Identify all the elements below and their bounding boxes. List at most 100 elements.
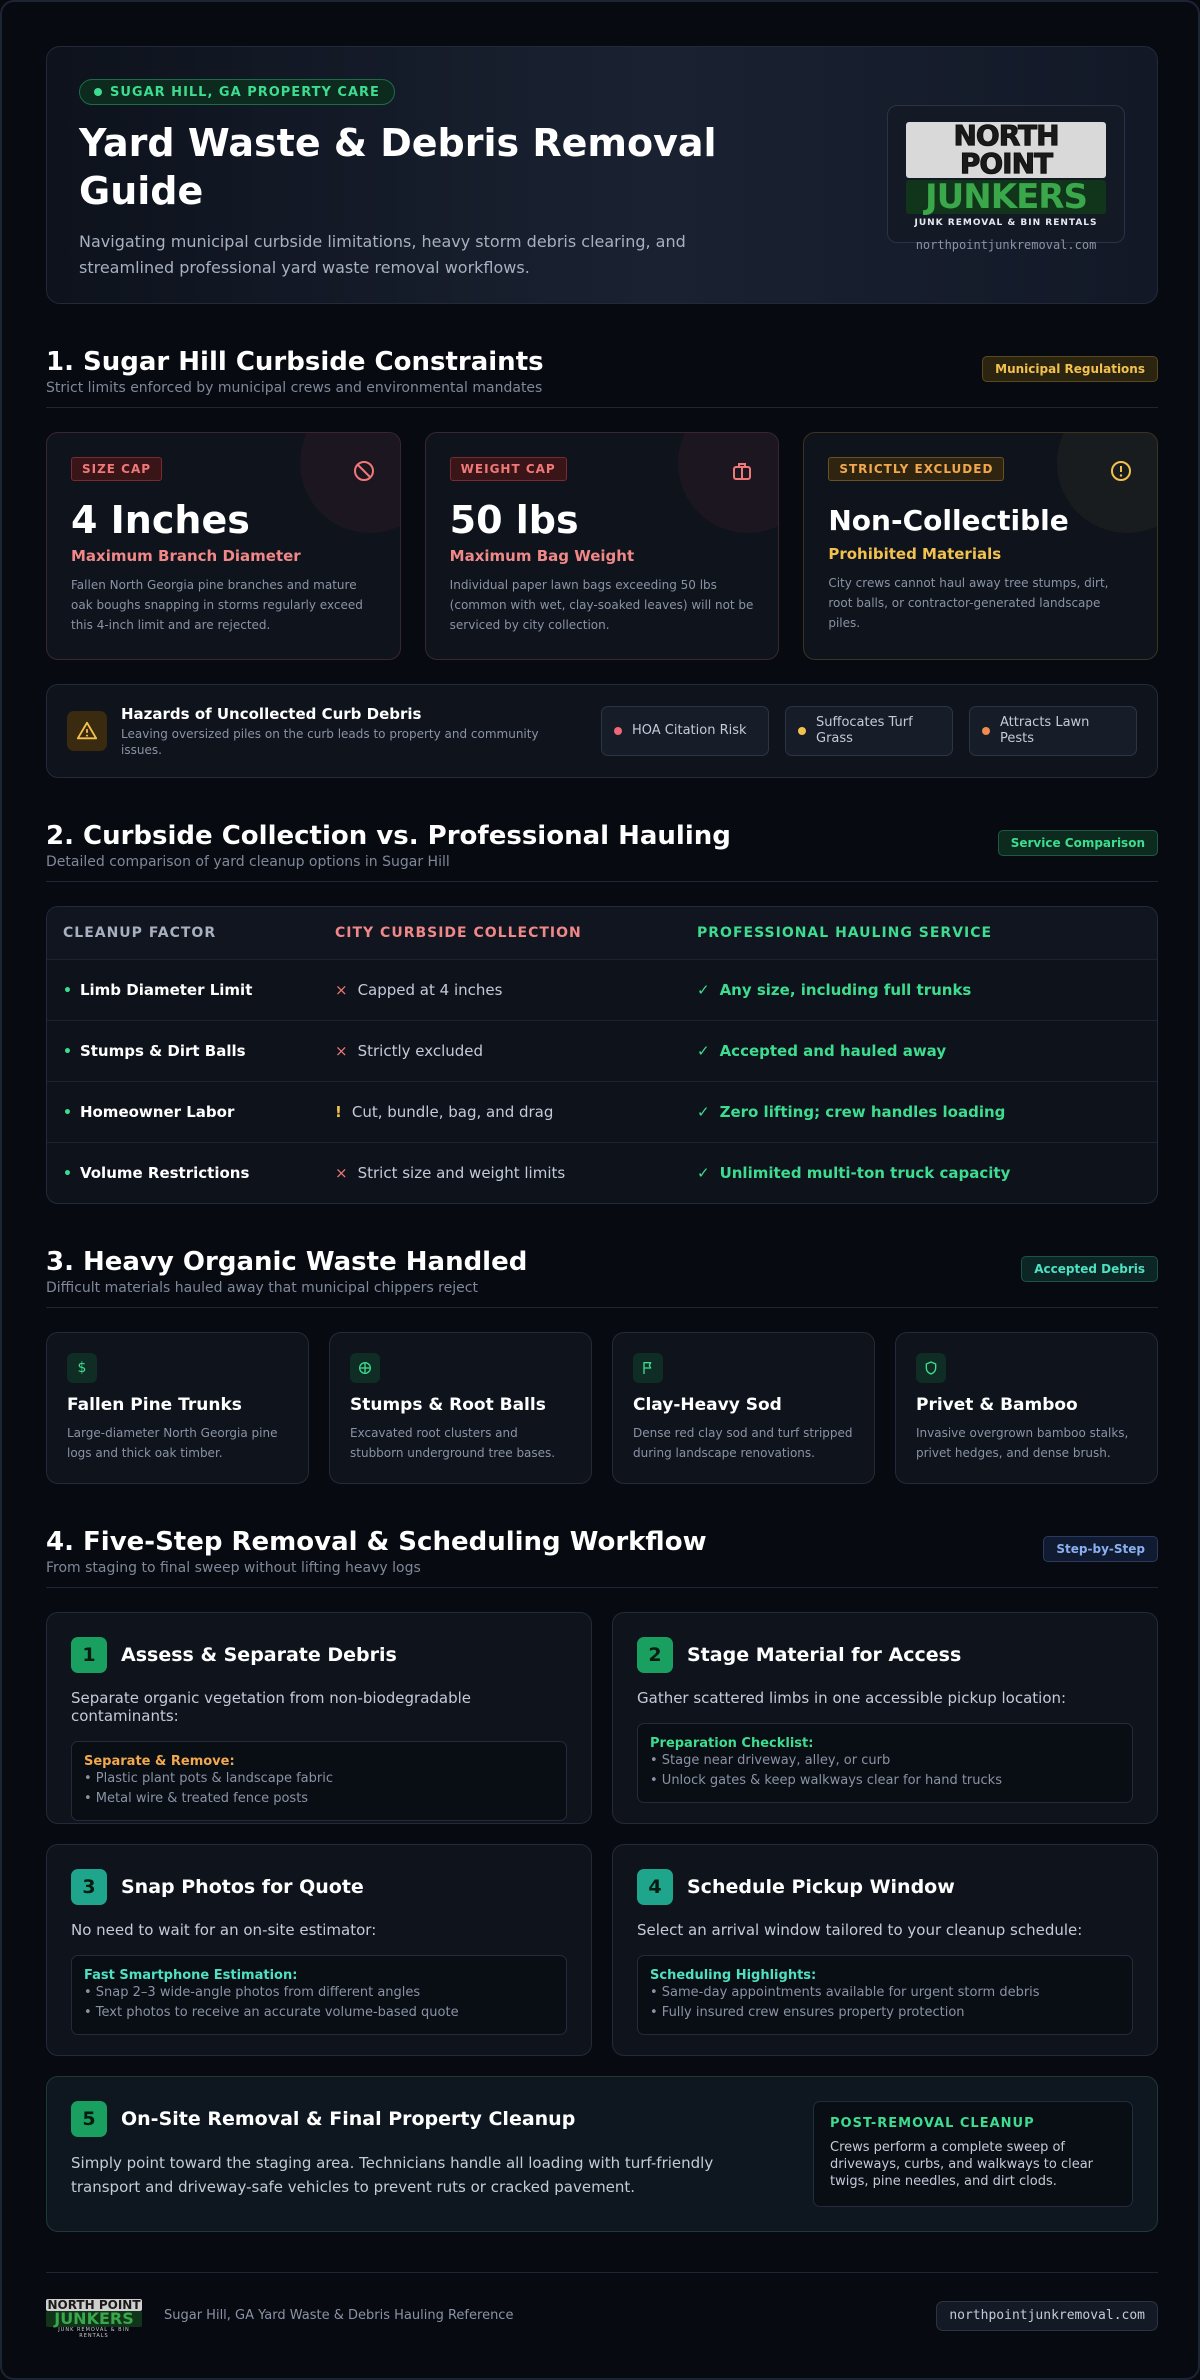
page-subtitle: Navigating municipal curbside limitation…: [79, 232, 686, 277]
section-tag: Step-by-Step: [1043, 1536, 1158, 1562]
footer-url-link[interactable]: northpointjunkremoval.com: [936, 2300, 1158, 2331]
hazard-chip-label: HOA Citation Risk: [632, 723, 747, 738]
step-intro: Separate organic vegetation from non-bio…: [71, 1689, 472, 1725]
section-subtitle: Detailed comparison of yard cleanup opti…: [46, 854, 450, 870]
organic-card: Clay-Heavy Sod Dense red clay sod and tu…: [612, 1332, 875, 1484]
card-caption: Prohibited Materials: [828, 545, 1002, 563]
organic-card-title: Stumps & Root Balls: [350, 1395, 546, 1415]
step-number: 2: [637, 1637, 673, 1673]
card-label: WEIGHT CAP: [449, 457, 567, 481]
logo-url-link[interactable]: northpointjunkremoval.com: [906, 238, 1106, 252]
check-icon: ✓: [697, 1103, 710, 1121]
organic-card: Stumps & Root Balls Excavated root clust…: [329, 1332, 592, 1484]
step-box-item: • Stage near driveway, alley, or curb: [650, 1753, 891, 1768]
location-badge: SUGAR HILL, GA PROPERTY CARE: [79, 79, 395, 105]
pro-value: Any size, including full trunks: [719, 981, 972, 999]
organic-card-desc: Dense red clay sod and turf stripped dur…: [633, 1426, 853, 1460]
city-value: Capped at 4 inches: [357, 981, 503, 999]
column-header: CITY CURBSIDE COLLECTION: [335, 925, 582, 941]
constraint-cards: SIZE CAP 4 Inches Maximum Branch Diamete…: [46, 432, 1159, 660]
step-box-title: Separate & Remove:: [84, 1754, 235, 1769]
step-detail-box: Preparation Checklist: • Stage near driv…: [637, 1723, 1133, 1803]
table-header-row: CLEANUP FACTOR CITY CURBSIDE COLLECTION …: [47, 907, 1157, 959]
hazard-chip: HOA Citation Risk: [601, 706, 769, 756]
hazard-title: Hazards of Uncollected Curb Debris: [121, 704, 422, 723]
step-box-item: • Same-day appointments available for ur…: [650, 1985, 1040, 2000]
location-badge-label: SUGAR HILL, GA PROPERTY CARE: [110, 84, 380, 100]
page-title: Yard Waste & Debris Removal Guide: [79, 121, 717, 213]
section-header-constraints: 1. Sugar Hill Curbside Constraints Stric…: [46, 346, 1158, 408]
card-description: City crews cannot haul away tree stumps,…: [828, 576, 1109, 630]
page-content: SUGAR HILL, GA PROPERTY CARE Yard Waste …: [46, 46, 1159, 2358]
card-description: Fallen North Georgia pine branches and m…: [71, 578, 363, 632]
organic-card-title: Clay-Heavy Sod: [633, 1395, 782, 1415]
step-card: 4 Schedule Pickup Window Select an arriva…: [612, 1844, 1158, 2056]
warning-icon: [67, 711, 107, 751]
factor-cell: • Volume Restrictions: [47, 1164, 317, 1182]
step-box-item: • Text photos to receive an accurate vol…: [84, 2005, 459, 2020]
footer-logo-tagline: JUNK REMOVAL & BIN RENTALS: [58, 2326, 130, 2339]
step-box-item: • Snap 2–3 wide-angle photos from differ…: [84, 1985, 421, 2000]
pro-cell: ✓ Unlimited multi-ton truck capacity: [675, 1164, 1157, 1182]
dollar-icon: $: [67, 1353, 97, 1383]
check-icon: ✓: [697, 1042, 710, 1060]
organic-card-title: Fallen Pine Trunks: [67, 1395, 242, 1415]
step-box-title: Scheduling Highlights:: [650, 1968, 817, 1983]
step-box-item: • Metal wire & treated fence posts: [84, 1791, 309, 1806]
step-box-title: Preparation Checklist:: [650, 1736, 814, 1751]
footer-logo[interactable]: NORTH POINT JUNKERS JUNK REMOVAL & BIN R…: [46, 2298, 142, 2339]
city-cell: × Strictly excluded: [317, 1042, 675, 1060]
table-row: • Volume Restrictions × Strict size and we…: [47, 1142, 1157, 1203]
logo-wordmark-top: NORTH POINT: [906, 121, 1106, 178]
section-tag: Municipal Regulations: [982, 356, 1158, 382]
constraint-card-weight: WEIGHT CAP 50 lbs Maximum Bag Weight Ind…: [424, 432, 780, 660]
card-description: Individual paper lawn bags exceeding 50 …: [449, 578, 754, 632]
footer: NORTH POINT JUNKERS JUNK REMOVAL & BIN R…: [46, 2272, 1158, 2358]
section-header-organic: 3. Heavy Organic Waste Handled Difficult…: [46, 1246, 1158, 1308]
section-title: 3. Heavy Organic Waste Handled: [46, 1247, 528, 1277]
organic-card: $ Fallen Pine Trunks Large-diameter Nort…: [46, 1332, 309, 1484]
crosshair-icon: [350, 1353, 380, 1383]
city-value: Strict size and weight limits: [357, 1164, 566, 1182]
pro-value: Accepted and hauled away: [719, 1042, 947, 1060]
step-title: Stage Material for Access: [687, 1644, 962, 1666]
cleanup-callout-title: POST-REMOVAL CLEANUP: [830, 2116, 1035, 2131]
status-dot: [94, 88, 102, 96]
cleanup-callout: POST-REMOVAL CLEANUP Crews perform a com…: [813, 2101, 1133, 2207]
bullet-icon: •: [63, 1166, 72, 1182]
step-detail-box: Separate & Remove: • Plastic plant pots …: [71, 1741, 567, 1821]
step-row-2: 3 Snap Photos for Quote No need to wait f…: [46, 1844, 1158, 2056]
bullet-icon: •: [63, 1044, 72, 1060]
step-title: Snap Photos for Quote: [121, 1876, 364, 1898]
organic-card: Privet & Bamboo Invasive overgrown bambo…: [895, 1332, 1158, 1484]
hero-banner: SUGAR HILL, GA PROPERTY CARE Yard Waste …: [46, 46, 1158, 304]
cross-icon: ×: [335, 1042, 348, 1060]
city-cell: × Capped at 4 inches: [317, 981, 675, 999]
card-label: SIZE CAP: [71, 457, 163, 481]
table-row: • Homeowner Labor ! Cut, bundle, bag, and …: [47, 1081, 1157, 1142]
step-detail-box: Scheduling Highlights: • Same-day appoin…: [637, 1955, 1133, 2035]
factor-label: Limb Diameter Limit: [79, 981, 253, 999]
footer-logo-main: JUNKERS: [46, 2310, 142, 2327]
step-body: Simply point toward the staging area. Te…: [71, 2154, 714, 2196]
city-value: Cut, bundle, bag, and drag: [351, 1103, 554, 1121]
warning-mark-icon: !: [335, 1103, 342, 1121]
step-detail-box: Fast Smartphone Estimation: • Snap 2–3 w…: [71, 1955, 567, 2035]
prohibited-icon: [353, 461, 374, 481]
step-number: 4: [637, 1869, 673, 1905]
organic-cards: $ Fallen Pine Trunks Large-diameter Nort…: [46, 1332, 1158, 1484]
step-number: 3: [71, 1869, 107, 1905]
step-intro: Gather scattered limbs in one accessible…: [637, 1689, 1067, 1707]
step-card: 2 Stage Material for Access Gather scatte…: [612, 1612, 1158, 1824]
card-caption: Maximum Branch Diameter: [71, 547, 301, 565]
step-intro: No need to wait for an on-site estimator…: [71, 1921, 377, 1939]
comparison-table: CLEANUP FACTOR CITY CURBSIDE COLLECTION …: [46, 906, 1158, 1204]
brand-logo-card[interactable]: NORTH POINT JUNKERS JUNK REMOVAL & BIN R…: [887, 105, 1125, 252]
pro-value: Unlimited multi-ton truck capacity: [719, 1164, 1011, 1182]
factor-cell: • Limb Diameter Limit: [47, 981, 317, 999]
section-header-workflow: 4. Five-Step Removal & Scheduling Workfl…: [46, 1526, 1158, 1588]
section-subtitle: From staging to final sweep without lift…: [46, 1560, 421, 1576]
hazard-chip-label: Attracts Lawn Pests: [1000, 715, 1090, 746]
organic-card-title: Privet & Bamboo: [916, 1395, 1078, 1415]
factor-cell: • Homeowner Labor: [47, 1103, 317, 1121]
